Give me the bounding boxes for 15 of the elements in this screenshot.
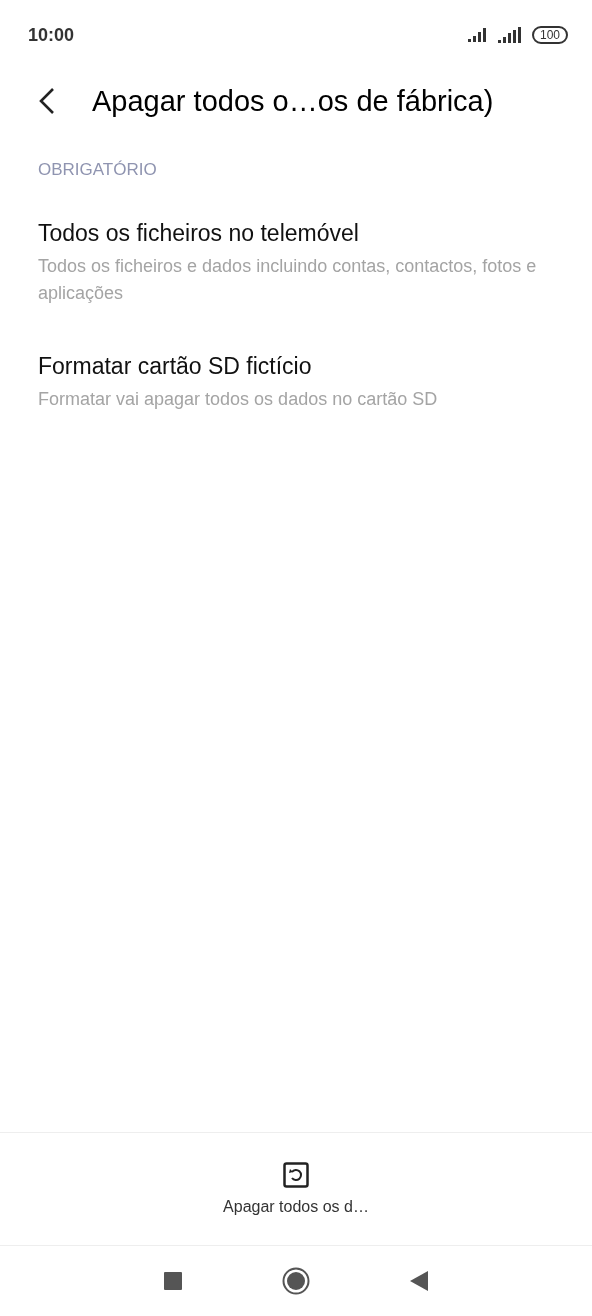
page-title: Apagar todos o…os de fábrica): [92, 84, 494, 118]
option-title[interactable]: Todos os ficheiros no telemóvel: [38, 220, 554, 247]
back-icon[interactable]: [38, 87, 56, 115]
option-description: Formatar vai apagar todos os dados no cartão SD: [38, 388, 439, 411]
status-time: 10:00: [28, 24, 75, 46]
section-header: OBRIGATÓRIO: [38, 160, 158, 180]
reset-icon: [283, 1162, 309, 1188]
battery-indicator: 100: [531, 26, 568, 44]
signal-icon: [497, 27, 522, 43]
back-icon[interactable]: [410, 1271, 428, 1291]
erase-button[interactable]: Apagar todos os d…: [223, 1162, 369, 1216]
signal-icon: [467, 28, 488, 42]
option-description: Todos os ficheiros e dados incluindo contas, contactos, fotos e aplicações: [38, 255, 538, 305]
option-title[interactable]: Formatar cartão SD fictício: [38, 353, 554, 380]
home-icon[interactable]: [282, 1267, 310, 1295]
